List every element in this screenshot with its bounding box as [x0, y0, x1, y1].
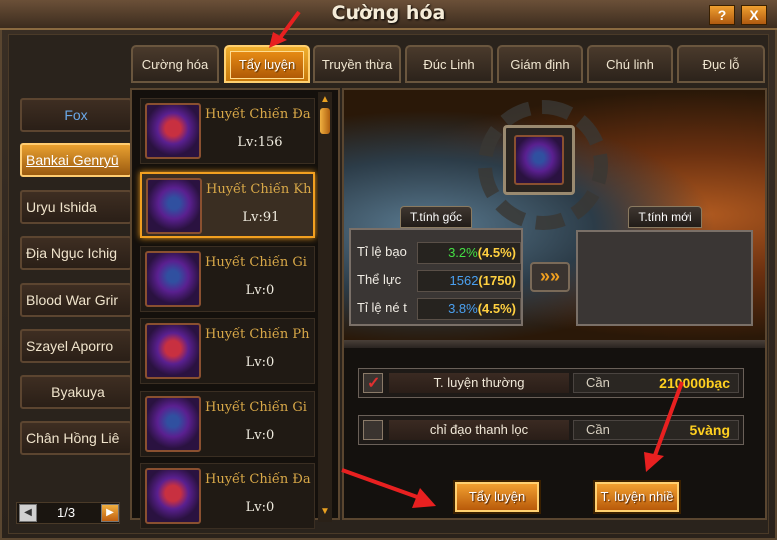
item-name: Huyết Chiến Đa [205, 107, 311, 122]
tab-giam-dinh[interactable]: Giám định [497, 45, 583, 83]
window-title: Cường hóa [331, 2, 446, 24]
stat-label: Thể lực [357, 272, 402, 287]
item-list-scrollbar[interactable]: ▲ ▼ [318, 92, 332, 522]
helmet-icon [146, 178, 202, 234]
scroll-up-icon[interactable]: ▲ [319, 94, 331, 106]
list-item-selected[interactable]: Huyết Chiến Kh Lv:91 [140, 172, 315, 238]
scroll-down-icon[interactable]: ▼ [319, 506, 331, 518]
cost-label: Cần [586, 375, 610, 390]
item-name: Huyết Chiến Đa [205, 472, 311, 487]
character-item[interactable]: Địa Ngục Ichig [20, 236, 132, 270]
cape-icon [145, 323, 201, 379]
prev-page-button[interactable]: ◀ [19, 504, 37, 522]
cost-label: Cần [586, 422, 610, 437]
boots-icon [145, 396, 201, 452]
character-item-selected[interactable]: Bankai Genryū [20, 143, 132, 177]
weapon-icon [145, 468, 201, 524]
item-level: Lv:156 [237, 135, 283, 150]
list-item[interactable]: Huyết Chiến Gi Lv:0 [140, 391, 315, 457]
check-icon: ✓ [367, 375, 381, 392]
stat-label: Tỉ lệ né t [357, 300, 407, 315]
stat-label: Tỉ lệ bạo [357, 244, 407, 259]
helmet-icon [514, 135, 564, 185]
stat-value: 3.2%(4.5%) [417, 242, 521, 264]
tab-chu-linh[interactable]: Chú linh [587, 45, 673, 83]
annotation-arrow-icon [269, 10, 301, 48]
original-stats-box: Tỉ lệ bạo 3.2%(4.5%) Thể lực 1562(1750) … [349, 228, 523, 326]
refine-button[interactable]: Tẩy luyện [455, 482, 539, 512]
normal-refine-checkbox[interactable]: ✓ [363, 373, 383, 393]
item-level: Lv:0 [245, 355, 275, 370]
character-item[interactable]: Uryu Ishida [20, 190, 132, 224]
character-item[interactable]: Byakuya [20, 375, 132, 409]
annotation-arrow-icon [644, 381, 684, 472]
guided-refine-checkbox[interactable] [363, 420, 383, 440]
next-page-button[interactable]: ▶ [101, 504, 119, 522]
title-bar: Cường hóa [0, 0, 777, 30]
stat-row: Tỉ lệ né t 3.8%(4.5%) [355, 298, 521, 320]
page-indicator: 1/3 [57, 505, 76, 520]
tab-duc-lo[interactable]: Đục lỗ [677, 45, 765, 83]
list-item[interactable]: Huyết Chiến Đa Lv:156 [140, 98, 315, 164]
scroll-thumb[interactable] [320, 108, 330, 134]
tab-cuong-hoa[interactable]: Cường hóa [131, 45, 219, 83]
item-name: Huyết Chiến Gi [205, 400, 307, 415]
item-level: Lv:0 [245, 283, 275, 298]
help-button[interactable]: ? [709, 5, 735, 25]
equipped-item-slot[interactable] [503, 125, 575, 195]
tab-tay-luyen[interactable]: Tẩy luyện [224, 45, 310, 83]
character-item[interactable]: Fox [20, 98, 132, 132]
original-stats-label: T.tính gốc [400, 206, 472, 228]
character-item[interactable]: Blood War Grir [20, 283, 132, 317]
glove-icon [145, 251, 201, 307]
item-level: Lv:0 [245, 500, 275, 515]
tab-truyen-thua[interactable]: Truyền thừa [313, 45, 401, 83]
stat-value: 3.8%(4.5%) [417, 298, 521, 320]
item-list: Huyết Chiến Đa Lv:156 Huyết Chiến Kh Lv:… [130, 88, 340, 529]
new-stats-box [576, 230, 753, 326]
transfer-arrow-icon: »» [530, 262, 570, 292]
item-level: Lv:91 [242, 210, 280, 225]
character-item[interactable]: Szayel Aporro [20, 329, 132, 363]
list-item[interactable]: Huyết Chiến Gi Lv:0 [140, 246, 315, 312]
armor-icon [145, 103, 201, 159]
divider [344, 340, 765, 348]
item-name: Huyết Chiến Kh [206, 182, 312, 197]
stat-row: Tỉ lệ bạo 3.2%(4.5%) [355, 242, 521, 264]
item-name: Huyết Chiến Gi [205, 255, 307, 270]
list-item[interactable]: Huyết Chiến Đa Lv:0 [140, 463, 315, 529]
multi-refine-button[interactable]: T. luyện nhiề [595, 482, 679, 512]
character-pager: ◀ 1/3 ▶ [16, 502, 120, 524]
tab-tay-luyen-label: Tẩy luyện [230, 51, 304, 79]
stat-row: Thể lực 1562(1750) [355, 270, 521, 292]
new-stats-label: T.tính mới [628, 206, 702, 228]
annotation-arrow-icon [341, 468, 436, 508]
tab-duc-linh[interactable]: Đúc Linh [405, 45, 493, 83]
cost-value: 5vàng [689, 422, 730, 438]
character-item[interactable]: Chân Hồng Liê [20, 421, 132, 455]
option-name: T. luyện thường [389, 373, 569, 393]
option-name: chỉ đạo thanh lọc [389, 420, 569, 440]
stat-value: 1562(1750) [417, 270, 521, 292]
item-level: Lv:0 [245, 428, 275, 443]
list-item[interactable]: Huyết Chiến Ph Lv:0 [140, 318, 315, 384]
close-button[interactable]: X [741, 5, 767, 25]
item-name: Huyết Chiến Ph [205, 327, 310, 342]
